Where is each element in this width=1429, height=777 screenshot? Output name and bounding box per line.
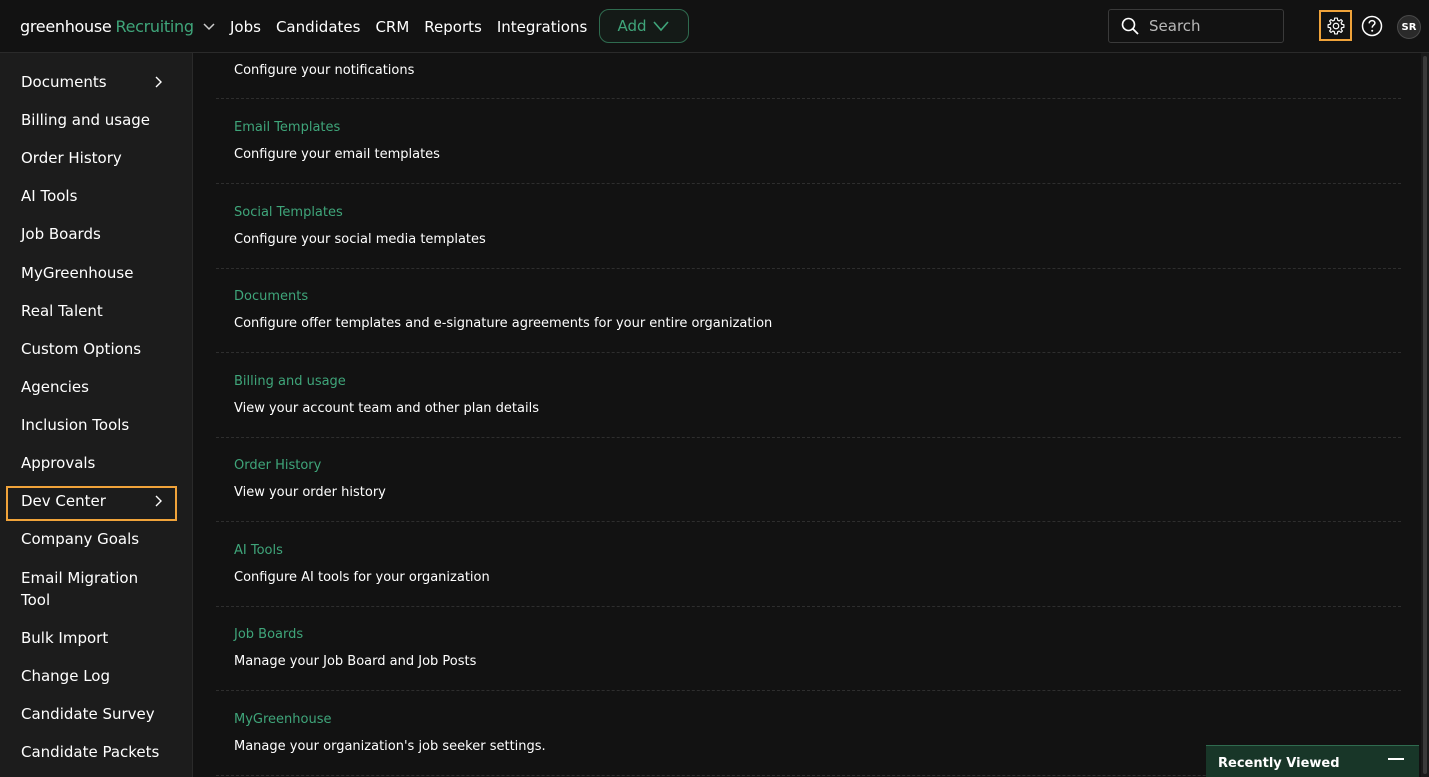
sidebar-item-agencies[interactable]: Agencies xyxy=(21,376,89,398)
settings-row-link[interactable]: Billing and usage xyxy=(234,374,346,389)
sidebar-item-dev-center[interactable]: Dev Center xyxy=(21,490,106,512)
sidebar-item-candidate-survey[interactable]: Candidate Survey xyxy=(21,703,155,725)
top-navigation-bar: greenhouse Recruiting Jobs Candidates CR… xyxy=(0,0,1429,53)
settings-button[interactable] xyxy=(1319,10,1352,41)
sidebar-item-ai-tools[interactable]: AI Tools xyxy=(21,185,77,207)
sidebar-item-documents[interactable]: Documents xyxy=(21,71,107,93)
settings-row-documents: Documents Configure offer templates and … xyxy=(216,268,1401,353)
settings-row-social-templates: Social Templates Configure your social m… xyxy=(216,184,1401,269)
nav-integrations[interactable]: Integrations xyxy=(497,18,587,36)
search-box[interactable] xyxy=(1108,9,1284,43)
search-input[interactable] xyxy=(1149,17,1269,35)
chevron-right-icon xyxy=(155,495,162,507)
nav-crm[interactable]: CRM xyxy=(375,18,409,36)
settings-row-link[interactable]: Order History xyxy=(234,458,321,473)
sidebar-item-approvals[interactable]: Approvals xyxy=(21,452,95,474)
settings-row-notifications: Configure your notifications xyxy=(216,53,1401,99)
settings-row-ai-tools: AI Tools Configure AI tools for your org… xyxy=(216,522,1401,607)
sidebar-item-mygreenhouse[interactable]: MyGreenhouse xyxy=(21,262,133,284)
recently-viewed-panel[interactable]: Recently Viewed xyxy=(1206,745,1419,777)
search-icon xyxy=(1121,17,1139,35)
help-button[interactable] xyxy=(1361,15,1383,37)
add-button-label: Add xyxy=(617,17,647,35)
settings-row-description: Manage your organization's job seeker se… xyxy=(234,739,546,754)
settings-sidebar: Documents Billing and usage Order Histor… xyxy=(0,53,193,777)
recently-viewed-label: Recently Viewed xyxy=(1218,756,1340,771)
sidebar-item-inclusion-tools[interactable]: Inclusion Tools xyxy=(21,414,129,436)
sidebar-item-company-goals[interactable]: Company Goals xyxy=(21,528,139,550)
nav-candidates[interactable]: Candidates xyxy=(276,18,361,36)
sidebar-item-real-talent[interactable]: Real Talent xyxy=(21,300,103,322)
nav-reports[interactable]: Reports xyxy=(424,18,482,36)
settings-row-order-history: Order History View your order history xyxy=(216,437,1401,522)
settings-row-email-templates: Email Templates Configure your email tem… xyxy=(216,99,1401,184)
settings-row-billing-and-usage: Billing and usage View your account team… xyxy=(216,353,1401,438)
settings-row-link[interactable]: Job Boards xyxy=(234,627,303,642)
settings-main-list: Configure your notifications Email Templ… xyxy=(216,53,1401,777)
user-avatar[interactable]: SR xyxy=(1397,15,1421,39)
sidebar-item-billing-and-usage[interactable]: Billing and usage xyxy=(21,109,150,131)
settings-row-description: Configure your email templates xyxy=(234,147,440,162)
chevron-down-icon xyxy=(203,23,215,31)
chevron-down-icon xyxy=(652,21,669,32)
nav-jobs[interactable]: Jobs xyxy=(230,18,261,36)
scrollbar-thumb[interactable] xyxy=(1423,56,1427,774)
settings-row-link[interactable]: Social Templates xyxy=(234,205,343,220)
greenhouse-logo[interactable]: greenhouse Recruiting xyxy=(20,12,216,40)
gear-icon xyxy=(1327,17,1344,35)
settings-row-description: Manage your Job Board and Job Posts xyxy=(234,654,477,669)
minimize-icon[interactable] xyxy=(1388,758,1404,760)
settings-row-link[interactable]: MyGreenhouse xyxy=(234,712,331,727)
settings-row-link[interactable]: Email Templates xyxy=(234,120,340,135)
sidebar-item-bulk-import[interactable]: Bulk Import xyxy=(21,627,108,649)
settings-row-description: View your order history xyxy=(234,485,386,500)
logo-brand-text: greenhouse xyxy=(20,16,112,36)
settings-row-link[interactable]: Documents xyxy=(234,289,308,304)
settings-row-job-boards: Job Boards Manage your Job Board and Job… xyxy=(216,606,1401,691)
settings-row-description: Configure offer templates and e-signatur… xyxy=(234,316,773,331)
add-button[interactable]: Add xyxy=(599,9,689,43)
logo-product-text: Recruiting xyxy=(115,16,194,36)
sidebar-item-email-migration-tool[interactable]: Email Migration Tool xyxy=(21,567,161,611)
settings-row-description: Configure your social media templates xyxy=(234,232,486,247)
settings-row-description: Configure your notifications xyxy=(234,63,415,78)
question-mark-icon xyxy=(1361,15,1383,37)
settings-row-link[interactable]: AI Tools xyxy=(234,543,283,558)
settings-row-description: View your account team and other plan de… xyxy=(234,401,539,416)
settings-row-description: Configure AI tools for your organization xyxy=(234,570,490,585)
chevron-right-icon xyxy=(155,76,162,88)
main-nav: Jobs Candidates CRM Reports Integrations xyxy=(230,0,602,53)
sidebar-item-custom-options[interactable]: Custom Options xyxy=(21,338,141,360)
sidebar-item-candidate-packets[interactable]: Candidate Packets xyxy=(21,741,159,763)
sidebar-item-job-boards[interactable]: Job Boards xyxy=(21,223,101,245)
sidebar-item-order-history[interactable]: Order History xyxy=(21,147,122,169)
sidebar-item-change-log[interactable]: Change Log xyxy=(21,665,110,687)
